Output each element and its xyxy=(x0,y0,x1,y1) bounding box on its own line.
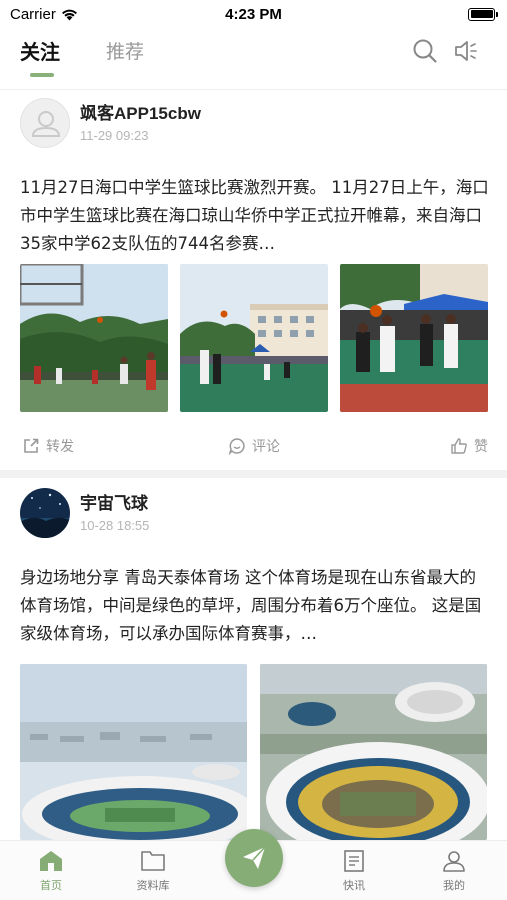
like-button[interactable]: 赞 xyxy=(450,436,488,456)
post-text[interactable]: 11月27日海口中学生篮球比赛激烈开赛。 11月27日上午，海口市中学生篮球比赛… xyxy=(20,174,490,258)
avatar[interactable] xyxy=(20,98,70,148)
post-image[interactable] xyxy=(20,264,168,412)
stadium-photo-1 xyxy=(20,664,247,840)
comment-label: 评论 xyxy=(252,439,280,455)
status-bar: Carrier 4:23 PM xyxy=(0,0,507,28)
carrier-label: Carrier xyxy=(10,5,56,23)
forward-label: 转发 xyxy=(46,439,74,455)
search-icon[interactable] xyxy=(411,37,439,65)
post-actions: 转发 评论 赞 xyxy=(0,434,507,464)
tab-recommend[interactable]: 推荐 xyxy=(106,37,144,64)
tab-home-label: 首页 xyxy=(40,879,62,892)
like-label: 赞 xyxy=(474,439,488,455)
tab-news[interactable]: 快讯 xyxy=(324,849,384,893)
tab-library[interactable]: 资料库 xyxy=(123,849,183,893)
post-separator xyxy=(0,470,507,478)
post-image[interactable] xyxy=(340,264,488,412)
paper-plane-icon xyxy=(243,846,266,869)
avatar[interactable] xyxy=(20,488,70,538)
post-time: 11-29 09:23 xyxy=(80,128,149,143)
stadium-photo-2 xyxy=(260,664,487,840)
tab-news-label: 快讯 xyxy=(343,879,365,892)
user-icon xyxy=(443,851,465,872)
post-time: 10-28 18:55 xyxy=(80,518,150,533)
forward-button[interactable]: 转发 xyxy=(22,436,74,456)
comment-icon xyxy=(228,438,245,455)
battery-icon xyxy=(468,7,498,21)
status-left: Carrier xyxy=(10,6,78,23)
tab-home[interactable]: 首页 xyxy=(21,849,81,893)
post-author[interactable]: 宇宙飞球 xyxy=(80,489,148,514)
post-text[interactable]: 身边场地分享 青岛天泰体育场 这个体育场是现在山东省最大的体育场馆，中间是绿色的… xyxy=(20,564,490,648)
basketball-photo-1 xyxy=(20,264,168,412)
home-icon xyxy=(40,851,62,871)
default-avatar-icon xyxy=(31,111,61,137)
post-image[interactable] xyxy=(260,664,487,840)
basketball-photo-3 xyxy=(340,264,488,412)
tab-follow[interactable]: 关注 xyxy=(20,36,60,65)
publish-button[interactable] xyxy=(225,829,283,887)
comment-button[interactable]: 评论 xyxy=(228,436,280,456)
thumbs-up-icon xyxy=(451,438,467,454)
basketball-photo-2 xyxy=(180,264,328,412)
speaker-icon[interactable] xyxy=(452,37,480,65)
post-author[interactable]: 飒客APP15cbw xyxy=(80,99,201,124)
tab-mine-label: 我的 xyxy=(443,879,465,892)
top-nav: 关注 推荐 xyxy=(0,28,507,80)
tab-library-label: 资料库 xyxy=(136,879,170,892)
share-icon xyxy=(24,438,39,453)
post-image[interactable] xyxy=(180,264,328,412)
feed-post[interactable]: 宇宙飞球 10-28 18:55 身边场地分享 青岛天泰体育场 这个体育场是现在… xyxy=(0,480,507,850)
active-tab-indicator xyxy=(30,73,54,77)
night-sky-avatar xyxy=(20,488,70,538)
feed-post[interactable]: 飒客APP15cbw 11-29 09:23 11月27日海口中学生篮球比赛激烈… xyxy=(0,90,507,470)
wifi-icon xyxy=(61,9,77,20)
folder-icon xyxy=(141,851,165,871)
news-icon xyxy=(344,850,364,872)
tab-mine[interactable]: 我的 xyxy=(424,849,484,893)
post-image[interactable] xyxy=(20,664,247,840)
